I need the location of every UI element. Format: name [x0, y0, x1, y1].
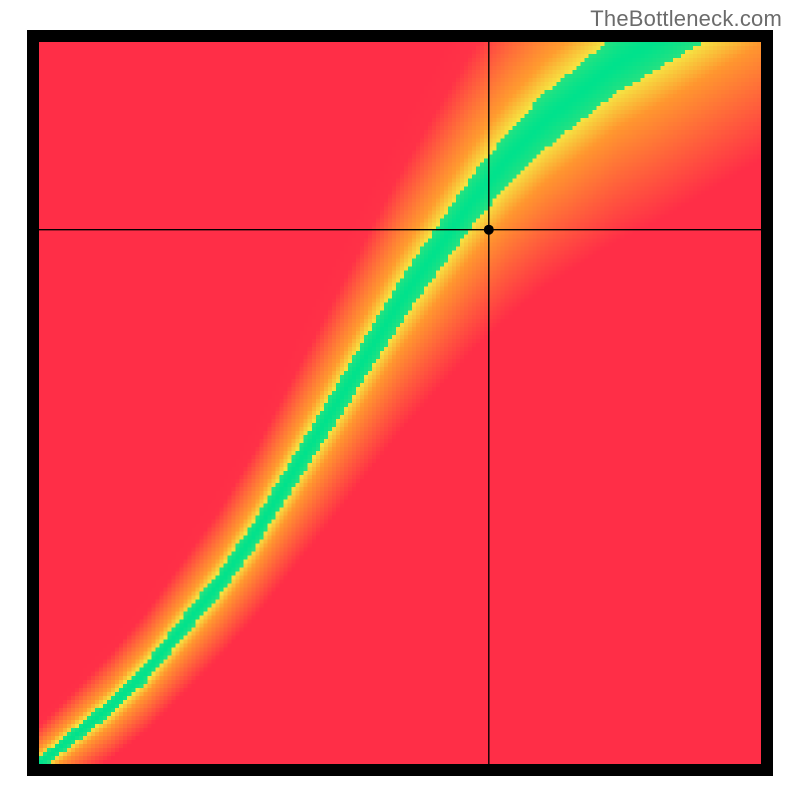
- watermark-text: TheBottleneck.com: [590, 6, 782, 32]
- crosshair-overlay: [39, 42, 761, 764]
- chart-frame: [27, 30, 773, 776]
- marker-dot: [484, 225, 494, 235]
- heatmap-plot: [39, 42, 761, 764]
